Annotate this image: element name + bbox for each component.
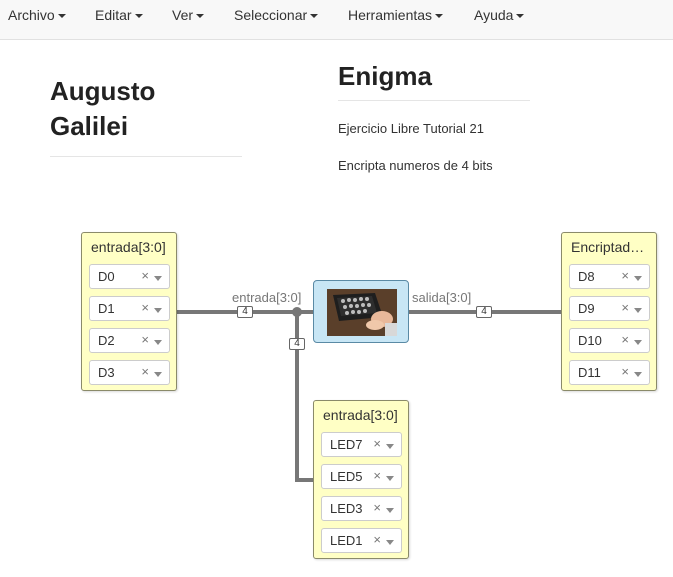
clear-icon[interactable]: × bbox=[141, 332, 149, 347]
pin-value: D3 bbox=[98, 365, 115, 380]
clear-icon[interactable]: × bbox=[141, 364, 149, 379]
clear-icon[interactable]: × bbox=[621, 364, 629, 379]
pin-value: D2 bbox=[98, 333, 115, 348]
clear-icon[interactable]: × bbox=[373, 532, 381, 547]
pin-value: D0 bbox=[98, 269, 115, 284]
wire-junction-dot bbox=[292, 307, 302, 317]
pin-value: D1 bbox=[98, 301, 115, 316]
pin-value: D11 bbox=[578, 365, 601, 380]
input-pin-select[interactable]: D0 × bbox=[89, 264, 170, 289]
pin-value: D10 bbox=[578, 333, 602, 348]
enigma-machine-photo-icon bbox=[327, 289, 397, 336]
input-pin-select[interactable]: D1 × bbox=[89, 296, 170, 321]
dropdown-arrow-icon[interactable] bbox=[386, 476, 394, 481]
clear-icon[interactable]: × bbox=[621, 332, 629, 347]
dropdown-arrow-icon[interactable] bbox=[634, 308, 642, 313]
dropdown-arrow-icon[interactable] bbox=[386, 508, 394, 513]
dropdown-arrow-icon[interactable] bbox=[154, 372, 162, 377]
input-panel-title: entrada[3:0] bbox=[91, 239, 166, 255]
input-panel[interactable]: entrada[3:0] D0 × D1 × D2 × D3 × bbox=[81, 232, 177, 391]
input-pin-select[interactable]: D2 × bbox=[89, 328, 170, 353]
pin-value: LED7 bbox=[330, 437, 363, 452]
dropdown-arrow-icon[interactable] bbox=[634, 340, 642, 345]
wire-label-input: entrada[3:0] bbox=[232, 290, 302, 305]
dropdown-arrow-icon[interactable] bbox=[634, 372, 642, 377]
output-panel[interactable]: Encriptado[3:0] D8 × D9 × D10 × D11 × bbox=[561, 232, 657, 391]
pin-value: LED5 bbox=[330, 469, 363, 484]
pin-value: LED1 bbox=[330, 533, 363, 548]
dropdown-arrow-icon[interactable] bbox=[154, 340, 162, 345]
led-pin-select[interactable]: LED3 × bbox=[321, 496, 402, 521]
led-panel[interactable]: entrada[3:0] LED7 × LED5 × LED3 × LED1 × bbox=[313, 400, 409, 559]
led-pin-select[interactable]: LED7 × bbox=[321, 432, 402, 457]
bus-width-badge-output: 4 bbox=[476, 306, 492, 318]
led-pin-select[interactable]: LED5 × bbox=[321, 464, 402, 489]
led-panel-title: entrada[3:0] bbox=[323, 407, 398, 423]
dropdown-arrow-icon[interactable] bbox=[386, 444, 394, 449]
dropdown-arrow-icon[interactable] bbox=[154, 308, 162, 313]
pin-value: D9 bbox=[578, 301, 595, 316]
dropdown-arrow-icon[interactable] bbox=[634, 276, 642, 281]
output-pin-select[interactable]: D8 × bbox=[569, 264, 650, 289]
clear-icon[interactable]: × bbox=[373, 500, 381, 515]
dropdown-arrow-icon[interactable] bbox=[154, 276, 162, 281]
pin-value: LED3 bbox=[330, 501, 363, 516]
output-pin-select[interactable]: D11 × bbox=[569, 360, 650, 385]
clear-icon[interactable]: × bbox=[141, 268, 149, 283]
bus-width-badge-led: 4 bbox=[289, 338, 305, 350]
dropdown-arrow-icon[interactable] bbox=[386, 540, 394, 545]
enigma-chip[interactable] bbox=[313, 280, 409, 343]
clear-icon[interactable]: × bbox=[373, 436, 381, 451]
pin-value: D8 bbox=[578, 269, 595, 284]
output-pin-select[interactable]: D9 × bbox=[569, 296, 650, 321]
input-pin-select[interactable]: D3 × bbox=[89, 360, 170, 385]
clear-icon[interactable]: × bbox=[141, 300, 149, 315]
wire-label-output: salida[3:0] bbox=[412, 290, 472, 305]
clear-icon[interactable]: × bbox=[621, 268, 629, 283]
output-panel-title: Encriptado[3:0] bbox=[571, 239, 650, 255]
output-pin-select[interactable]: D10 × bbox=[569, 328, 650, 353]
bus-width-badge-input: 4 bbox=[237, 306, 253, 318]
led-pin-select[interactable]: LED1 × bbox=[321, 528, 402, 553]
clear-icon[interactable]: × bbox=[373, 468, 381, 483]
clear-icon[interactable]: × bbox=[621, 300, 629, 315]
